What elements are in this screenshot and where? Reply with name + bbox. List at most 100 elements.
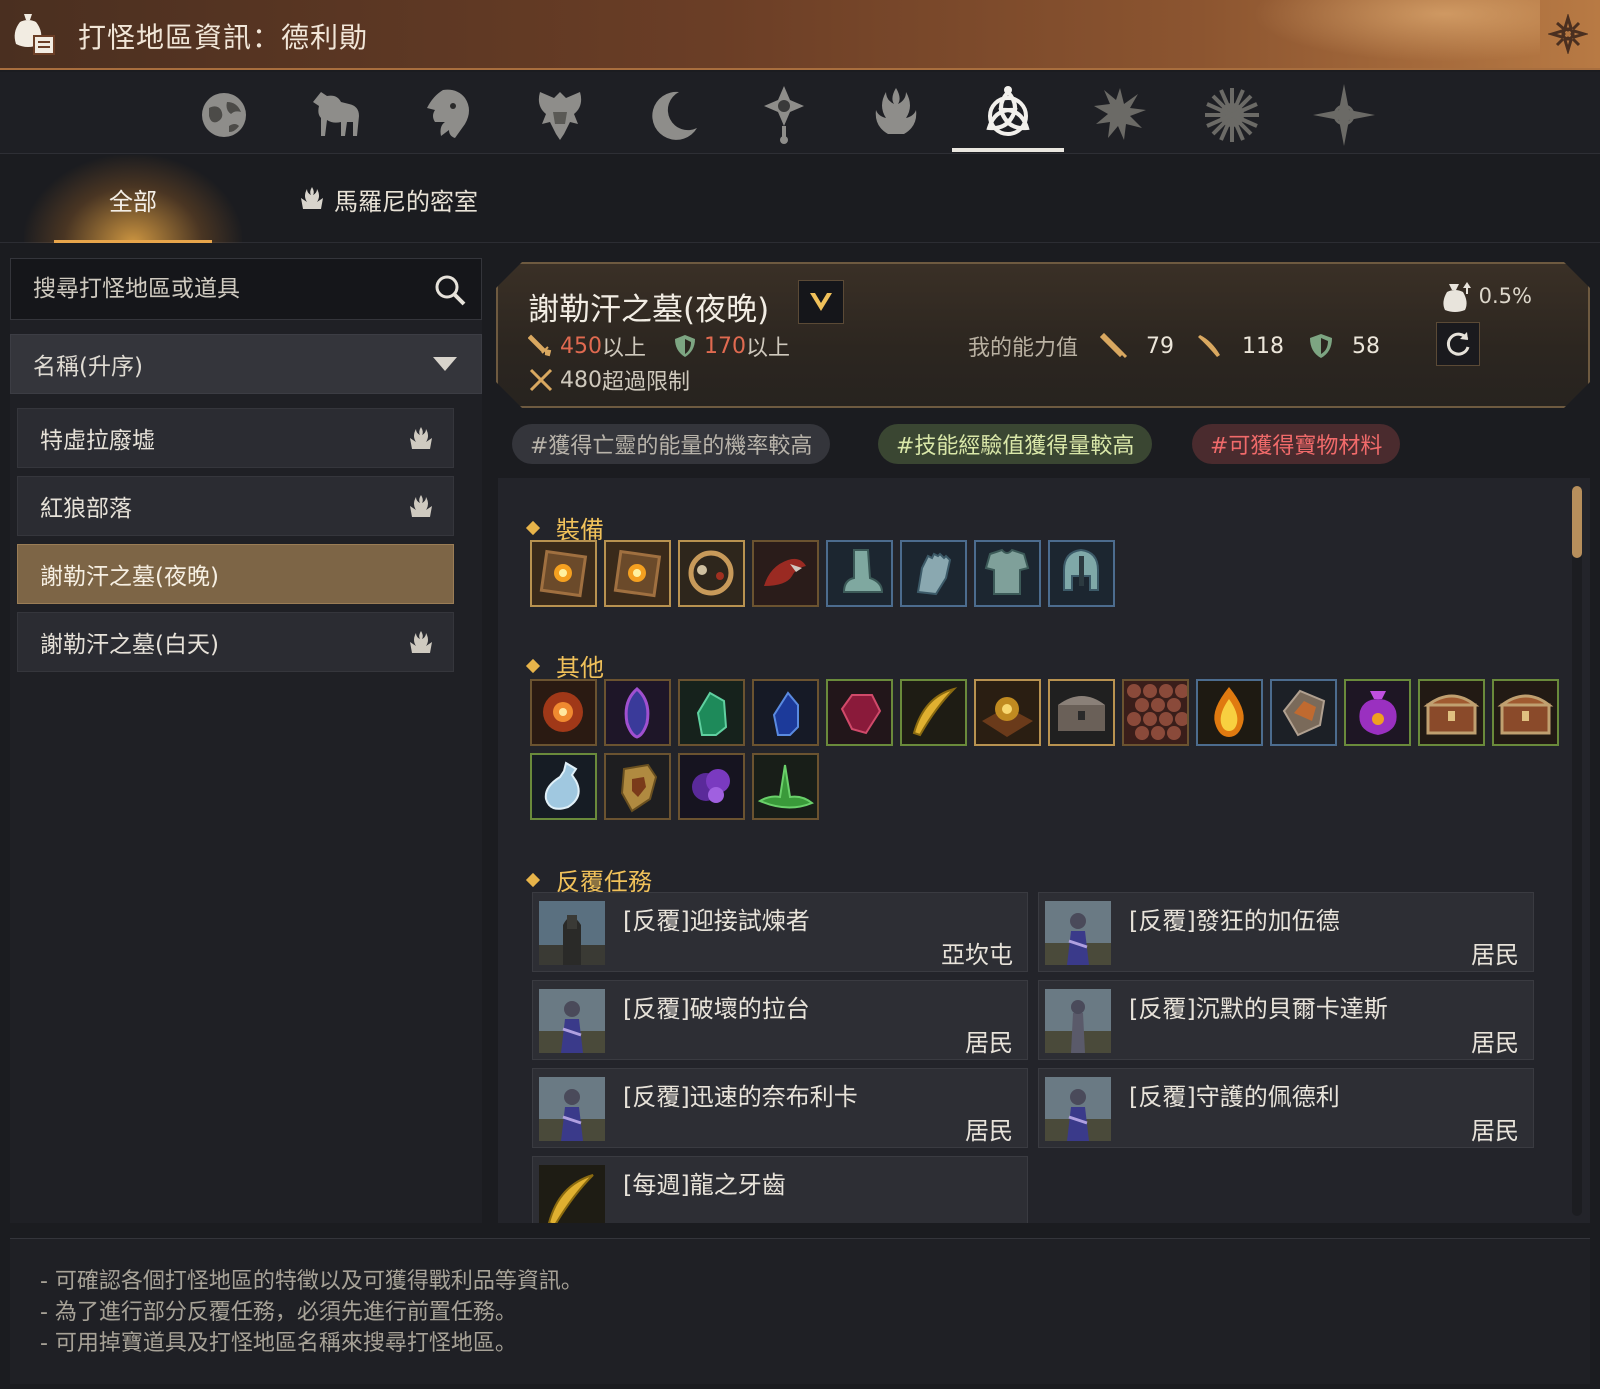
item-slot[interactable] bbox=[1122, 679, 1189, 746]
chest-icon bbox=[1494, 681, 1557, 744]
drop-rate: 0.5% bbox=[1439, 278, 1532, 314]
zone-item[interactable]: 特虛拉廢墟 bbox=[17, 408, 454, 468]
search-input[interactable] bbox=[11, 276, 411, 302]
zone-item[interactable]: 謝勒汗之墓(白天) bbox=[17, 612, 454, 672]
title-decoration bbox=[1220, 0, 1540, 70]
item-slot[interactable] bbox=[1344, 679, 1411, 746]
item-slot[interactable] bbox=[900, 679, 967, 746]
quest-name: [反覆]發狂的加伍德 bbox=[1129, 907, 1340, 935]
quest-item[interactable]: [反覆]迅速的奈布利卡 居民 bbox=[532, 1068, 1028, 1148]
compass-star-icon bbox=[764, 86, 804, 144]
quest-item[interactable]: [反覆]守護的佩德利 居民 bbox=[1038, 1068, 1534, 1148]
purple-pouch-icon bbox=[1346, 681, 1409, 744]
shield-item-icon bbox=[606, 755, 669, 818]
ap-cap-suffix: 超過限制 bbox=[602, 370, 691, 395]
zone-dropdown-button[interactable] bbox=[798, 280, 844, 324]
refresh-icon bbox=[1443, 329, 1473, 359]
quest-item[interactable]: [反覆]破壞的拉台 居民 bbox=[532, 980, 1028, 1060]
zone-title: 謝勒汗之墓(夜晚) bbox=[528, 292, 770, 328]
item-slot[interactable] bbox=[1492, 679, 1559, 746]
treasure-chest-icon bbox=[1050, 681, 1113, 744]
item-slot[interactable] bbox=[1196, 679, 1263, 746]
chevron-down-icon bbox=[806, 289, 836, 315]
triquetra-icon bbox=[986, 86, 1030, 136]
item-slot[interactable] bbox=[530, 679, 597, 746]
item-slot[interactable] bbox=[900, 540, 967, 607]
quest-item[interactable]: [反覆]迎接試煉者 亞坎屯 bbox=[532, 892, 1028, 972]
item-slot[interactable] bbox=[1270, 679, 1337, 746]
item-slot[interactable] bbox=[974, 679, 1041, 746]
crown-flame-icon bbox=[410, 631, 432, 653]
item-slot[interactable] bbox=[752, 753, 819, 820]
crossed-swords-icon bbox=[528, 367, 554, 393]
tab-horse[interactable] bbox=[280, 78, 392, 152]
crescent-moon-icon bbox=[652, 91, 697, 140]
tab-all[interactable]: 全部 bbox=[24, 155, 242, 243]
tab-moon[interactable] bbox=[616, 78, 728, 152]
gloves-icon bbox=[902, 542, 965, 605]
tab-compass[interactable] bbox=[728, 78, 840, 152]
red-gem-icon bbox=[828, 681, 891, 744]
item-slot[interactable] bbox=[530, 540, 597, 607]
ap-cap-value: 480 bbox=[560, 367, 602, 393]
settings-flower-icon[interactable] bbox=[1548, 14, 1588, 54]
zone-item-selected[interactable]: 謝勒汗之墓(夜晚) bbox=[17, 544, 454, 604]
quest-item[interactable]: [反覆]發狂的加伍德 居民 bbox=[1038, 892, 1534, 972]
crown-flame-icon bbox=[301, 187, 323, 209]
tab-triquetra[interactable] bbox=[952, 78, 1064, 152]
purple-crystal-icon bbox=[606, 681, 669, 744]
refresh-button[interactable] bbox=[1436, 322, 1480, 366]
scrollbar[interactable] bbox=[1572, 486, 1582, 1216]
loot-panel: 裝備 其他 反覆任務 [反覆]迎接試煉者 亞坎屯 [反覆]發狂的加伍德 居民 [… bbox=[498, 478, 1590, 1223]
belt-icon bbox=[532, 542, 595, 605]
category-tabs bbox=[0, 72, 1600, 154]
attack-req-suffix: 以上 bbox=[602, 336, 647, 361]
tab-spiky-star[interactable] bbox=[1064, 78, 1176, 152]
zone-item-label: 特虛拉廢墟 bbox=[40, 428, 155, 454]
armor-icon bbox=[976, 542, 1039, 605]
item-slot[interactable] bbox=[530, 753, 597, 820]
zone-item-label: 謝勒汗之墓(夜晚) bbox=[40, 564, 219, 590]
item-slot[interactable] bbox=[604, 679, 671, 746]
item-slot[interactable] bbox=[752, 679, 819, 746]
spiky-star-icon bbox=[1094, 88, 1146, 140]
search-icon[interactable] bbox=[433, 273, 467, 307]
zone-item[interactable]: 紅狼部落 bbox=[17, 476, 454, 536]
item-slot[interactable] bbox=[604, 753, 671, 820]
quest-item[interactable]: [每週]龍之牙齒 bbox=[532, 1156, 1028, 1223]
tab-globe[interactable] bbox=[168, 78, 280, 152]
tab-flame-hand[interactable] bbox=[840, 78, 952, 152]
flame-hand-icon bbox=[875, 88, 917, 134]
quest-name: [反覆]迎接試煉者 bbox=[623, 907, 810, 935]
item-slot[interactable] bbox=[604, 540, 671, 607]
boots-icon bbox=[828, 542, 891, 605]
four-point-star-icon bbox=[1313, 84, 1375, 146]
item-slot[interactable] bbox=[752, 540, 819, 607]
tab-eagle-crest[interactable] bbox=[504, 78, 616, 152]
my-ap-value: 79 bbox=[1146, 333, 1175, 359]
item-slot[interactable] bbox=[678, 679, 745, 746]
tab-sun[interactable] bbox=[1176, 78, 1288, 152]
sort-dropdown[interactable]: 名稱(升序) bbox=[10, 334, 482, 394]
item-slot[interactable] bbox=[678, 540, 745, 607]
item-slot[interactable] bbox=[826, 679, 893, 746]
item-slot[interactable] bbox=[1048, 679, 1115, 746]
my-stats: 我的能力值 79 118 58 bbox=[968, 330, 1402, 362]
green-crystal-icon bbox=[680, 681, 743, 744]
tab-maroni-room[interactable]: 馬羅尼的密室 bbox=[296, 155, 478, 243]
fire-burst-icon bbox=[532, 681, 595, 744]
item-slot[interactable] bbox=[974, 540, 1041, 607]
item-slot[interactable] bbox=[826, 540, 893, 607]
tab-lion[interactable] bbox=[392, 78, 504, 152]
tag-spirit-energy: #獲得亡靈的能量的機率較高 bbox=[512, 424, 831, 464]
blue-crystal-icon bbox=[754, 681, 817, 744]
diamond-bullet-icon bbox=[525, 658, 541, 673]
tab-four-star[interactable] bbox=[1288, 78, 1400, 152]
item-slot[interactable] bbox=[1418, 679, 1485, 746]
item-slot[interactable] bbox=[1048, 540, 1115, 607]
scrollbar-thumb[interactable] bbox=[1572, 486, 1582, 558]
item-slot[interactable] bbox=[678, 753, 745, 820]
sword-icon bbox=[1100, 331, 1130, 361]
quest-item[interactable]: [反覆]沉默的貝爾卡達斯 居民 bbox=[1038, 980, 1534, 1060]
quest-npc-thumbnail bbox=[1045, 901, 1111, 965]
